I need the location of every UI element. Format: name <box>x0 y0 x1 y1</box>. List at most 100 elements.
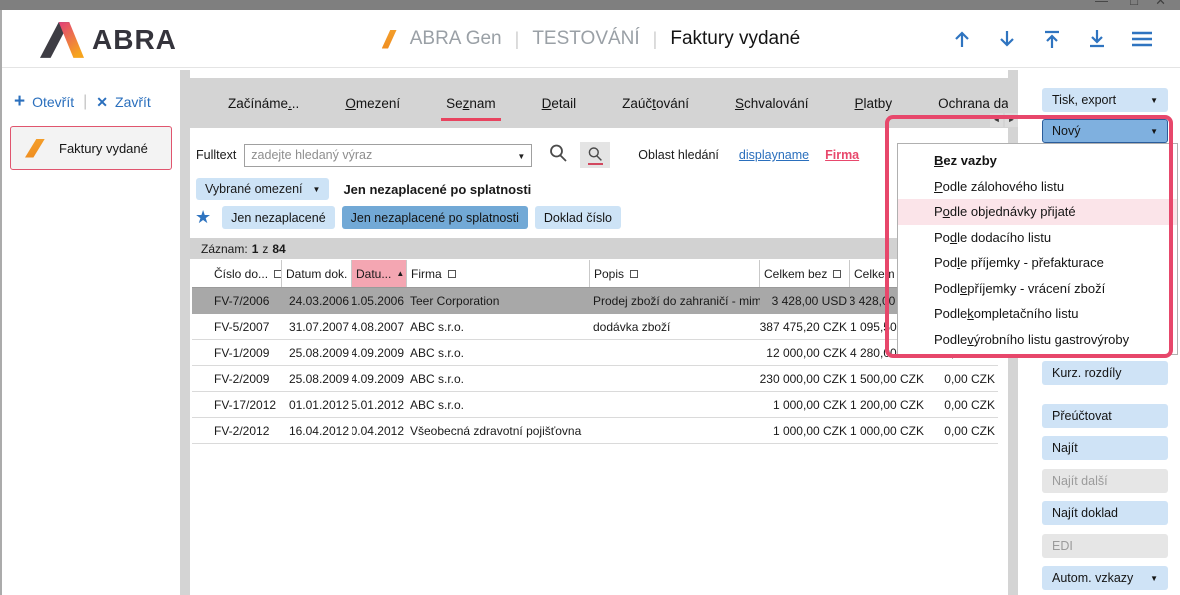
filter-chip[interactable]: Doklad číslo <box>535 206 621 229</box>
sidebar-item-faktury-vydane[interactable]: Faktury vydané <box>10 126 172 170</box>
filter-chips-row: ★ Jen nezaplacené Jen nezaplacené po spla… <box>195 206 621 229</box>
chevron-down-icon: ▼ <box>313 185 321 194</box>
x-icon: ✕ <box>96 94 108 111</box>
sort-asc-icon: ▲ <box>396 269 404 278</box>
column-header-Celkem bez[interactable]: Celkem bez <box>760 260 850 287</box>
menu-item[interactable]: Bez vazby <box>898 148 1177 174</box>
cell <box>590 392 760 417</box>
cell: 3 428,00 USD <box>760 288 850 313</box>
menu-item[interactable]: Podle kompletačního listu <box>898 301 1177 327</box>
record-total: 84 <box>272 242 285 256</box>
actions-divider: | <box>83 93 87 111</box>
environment-name: TESTOVÁNÍ <box>532 28 639 50</box>
scope-link-firma[interactable]: Firma <box>825 148 859 162</box>
scope-link-displayname[interactable]: displayname <box>739 148 809 162</box>
button-nov[interactable]: Nový▼ <box>1042 119 1168 143</box>
close-tab-button[interactable]: ✕ Zavřít <box>96 94 151 111</box>
filter-square-icon[interactable] <box>630 270 638 278</box>
hamburger-menu-icon[interactable] <box>1130 27 1154 51</box>
menu-item[interactable]: Podle příjemky - přefakturace <box>898 250 1177 276</box>
column-header-label: Datu... <box>356 267 391 281</box>
button-kurz-rozd-ly[interactable]: Kurz. rozdíly <box>1042 361 1168 385</box>
button-edi: EDI <box>1042 534 1168 558</box>
tab-schvalov-n[interactable]: Schvalování <box>735 78 809 128</box>
minimize-icon[interactable]: — <box>1095 0 1108 7</box>
button-naj-t[interactable]: Najít <box>1042 436 1168 460</box>
column-header-Popis[interactable]: Popis <box>590 260 760 287</box>
menu-item[interactable]: Podle dodacího listu <box>898 225 1177 251</box>
cell: 4.08.2007 <box>352 314 407 339</box>
cell: 1 200,00 CZK <box>850 392 927 417</box>
column-header-Firma[interactable]: Firma <box>407 260 590 287</box>
arrow-to-bottom-icon[interactable] <box>1085 27 1109 51</box>
tab-detail[interactable]: Detail <box>542 78 577 128</box>
menu-item[interactable]: Podle zálohového listu <box>898 174 1177 200</box>
arrow-down-icon[interactable] <box>995 27 1019 51</box>
app-name: ABRA Gen <box>410 28 502 50</box>
open-button[interactable]: + Otevřít <box>14 94 74 110</box>
title-separator: | <box>653 29 658 50</box>
menu-item[interactable]: Podle objednávky přijaté <box>898 199 1177 225</box>
button-autom-vzkazy[interactable]: Autom. vzkazy▼ <box>1042 566 1168 590</box>
filter-chip[interactable]: Jen nezaplacené <box>222 206 335 229</box>
table-row[interactable]: FV-7/200624.03.20061.05.2006Teer Corpora… <box>192 288 998 314</box>
menu-item[interactable]: Podle výrobního listu gastrovýroby <box>898 327 1177 353</box>
cell: 4.09.2009 <box>352 340 407 365</box>
tab-platby[interactable]: Platby <box>855 78 893 128</box>
close-icon[interactable]: ✕ <box>1155 0 1166 7</box>
button-label: EDI <box>1052 539 1073 553</box>
tab-scroll-right-icon[interactable]: ► <box>1005 113 1018 127</box>
fulltext-row: Fulltext ▼ Oblast hledání displayname Fi… <box>196 142 859 168</box>
fulltext-input[interactable] <box>245 145 531 166</box>
window-titlebar: — □ ✕ <box>0 0 1180 10</box>
filter-square-icon[interactable] <box>274 270 282 278</box>
button-p-e-tovat[interactable]: Přeúčtovat <box>1042 404 1168 428</box>
column-header-Číslo do...[interactable]: Číslo do... <box>192 260 282 287</box>
cell: 1 000,00 CZK <box>760 392 850 417</box>
filter-square-icon[interactable] <box>448 270 456 278</box>
table-row[interactable]: FV-5/200731.07.20074.08.2007ABC s.r.o.do… <box>192 314 998 340</box>
table-row[interactable]: FV-2/200925.08.20094.09.2009ABC s.r.o.23… <box>192 366 998 392</box>
column-header-Datu...[interactable]: Datu... ▲ <box>352 260 407 287</box>
window-title: ABRA Gen | TESTOVÁNÍ | Faktury vydané <box>382 10 801 68</box>
chevron-down-icon: ▼ <box>1150 574 1158 583</box>
search-icon <box>587 146 603 162</box>
novy-dropdown-menu: Bez vazbyPodle zálohového listuPodle obj… <box>897 143 1178 355</box>
arrow-to-top-icon[interactable] <box>1040 27 1064 51</box>
table-row[interactable]: FV-1/200925.08.20094.09.2009ABC s.r.o.12… <box>192 340 998 366</box>
search-filtered-button[interactable] <box>580 142 610 168</box>
table-row[interactable]: FV-17/201201.01.20125.01.2012ABC s.r.o.1… <box>192 392 998 418</box>
column-header-label: Celkem bez <box>764 267 827 281</box>
cell: Všeobecná zdravotní pojišťovna <box>407 418 590 443</box>
button-naj-t-doklad[interactable]: Najít doklad <box>1042 501 1168 525</box>
arrow-up-icon[interactable] <box>950 27 974 51</box>
favorite-star-icon[interactable]: ★ <box>195 207 211 228</box>
tab-za-n-me[interactable]: Začínáme... <box>228 78 299 128</box>
tab-scroll-left-icon[interactable]: ◄ <box>990 113 1003 127</box>
button-naj-t-dal: Najít další <box>1042 469 1168 493</box>
record-current: 1 <box>252 242 259 256</box>
tab-za-tov-n[interactable]: Zaúčtování <box>622 78 689 128</box>
abra-slash-icon <box>382 30 397 49</box>
filter-square-icon[interactable] <box>833 270 841 278</box>
cell: 16.04.2012 <box>282 418 352 443</box>
cell: ABC s.r.o. <box>407 392 590 417</box>
search-icon[interactable] <box>548 143 568 168</box>
menu-item[interactable]: Podle příjemky - vrácení zboží <box>898 276 1177 302</box>
title-separator: | <box>515 29 520 50</box>
maximize-icon[interactable]: □ <box>1130 0 1138 7</box>
filter-chip[interactable]: Jen nezaplacené po splatnosti <box>342 206 528 229</box>
page-title: Faktury vydané <box>670 28 800 50</box>
cell: 387 475,20 CZK <box>760 314 850 339</box>
tab-seznam[interactable]: Seznam <box>446 78 496 128</box>
table-row[interactable]: FV-2/201216.04.20120.04.2012Všeobecná zd… <box>192 418 998 444</box>
button-label: Kurz. rozdíly <box>1052 366 1121 380</box>
restriction-selector[interactable]: Vybrané omezení ▼ <box>196 178 329 200</box>
cell <box>590 418 760 443</box>
button-tisk-export[interactable]: Tisk, export▼ <box>1042 88 1168 112</box>
column-header-Datum dok.[interactable]: Datum dok. <box>282 260 352 287</box>
tab-omezen[interactable]: Omezení <box>345 78 400 128</box>
cell: 1 000,00 CZK <box>850 418 927 443</box>
restriction-row: Vybrané omezení ▼ Jen nezaplacené po spl… <box>196 178 531 200</box>
button-label: Najít doklad <box>1052 506 1118 520</box>
